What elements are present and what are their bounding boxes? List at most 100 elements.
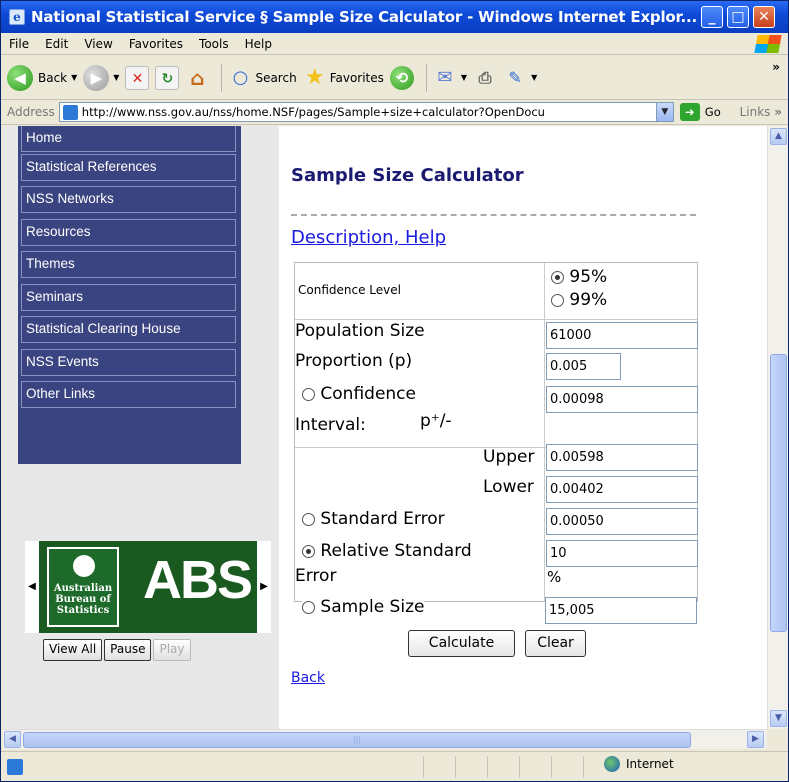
home-button[interactable]: ⌂ [185,66,209,90]
menu-help[interactable]: Help [237,37,280,51]
status-segment [551,755,583,778]
favorites-button[interactable]: ★ Favorites [303,64,384,90]
back-link[interactable]: Back [291,670,325,686]
menu-edit[interactable]: Edit [37,37,76,51]
lower-input[interactable]: 0.00402 [546,476,698,503]
forward-button[interactable]: ▶ ▼ [83,64,119,91]
mail-button[interactable]: ✉ ▼ [433,66,467,90]
chevron-down-icon[interactable]: ▼ [461,73,467,82]
slideshow-controls: View All Pause Play [43,639,193,661]
search-button[interactable]: ○ Search [228,66,297,90]
zone-label: Internet [626,757,674,771]
vertical-scrollbar[interactable]: ▲ ▼ [767,126,788,729]
description-help-link[interactable]: Description, Help [291,227,446,248]
toolbar-overflow-icon[interactable]: » [772,60,780,74]
scroll-down-icon[interactable]: ▼ [770,710,787,727]
stop-button[interactable]: ✕ [125,65,150,90]
ci-option[interactable]: Confidence [302,384,416,404]
abs-slideshow[interactable]: ◀ Australian Bureau of Statistics ABS ▶ [25,541,271,633]
menu-view[interactable]: View [76,37,120,51]
rse-input[interactable]: 10 [546,540,698,567]
maximize-button[interactable]: □ [727,6,749,28]
scroll-up-icon[interactable]: ▲ [770,128,787,145]
chevron-down-icon[interactable]: ▼ [531,73,537,82]
scroll-left-icon[interactable]: ◀ [4,731,21,748]
se-label: Standard Error [320,509,445,529]
chevron-down-icon[interactable]: ▼ [113,73,119,82]
menu-tools[interactable]: Tools [191,37,237,51]
confidence-95-option[interactable]: 95% [551,267,607,287]
scroll-right-icon[interactable]: ▶ [747,731,764,748]
address-input[interactable]: http://www.nss.gov.au/nss/home.NSF/pages… [58,102,674,122]
calculator-form: Confidence Level 95% 99% Population Size… [294,262,698,617]
favorites-label: Favorites [329,70,384,85]
proportion-input[interactable]: 0.005 [546,353,621,380]
radio-se[interactable] [302,512,315,526]
horizontal-scrollbar[interactable]: ◀ ||| ▶ [3,729,767,749]
sidebar-item-statistical-clearing-house[interactable]: Statistical Clearing House [21,316,236,343]
refresh-icon: ↻ [155,65,180,90]
calculate-button[interactable]: Calculate [408,630,515,657]
se-option[interactable]: Standard Error [302,509,445,529]
address-label: Address [7,105,55,119]
page-status-icon [7,758,23,775]
favorites-star-icon: ★ [304,64,325,90]
sidebar-item-themes[interactable]: Themes [21,251,236,278]
sidebar-item-statistical-references[interactable]: Statistical References [21,154,236,181]
links-button[interactable]: Links » [740,105,782,119]
sidebar-item-other-links[interactable]: Other Links [21,381,236,408]
view-all-button[interactable]: View All [43,639,103,661]
search-label: Search [255,70,297,85]
toolbar: ◀ Back ▼ ▶ ▼ ✕ ↻ ⌂ ○ Search ★ Favorites … [1,56,788,100]
back-label: Back [38,70,68,85]
rse-option[interactable]: Relative Standard [302,541,472,561]
pause-button[interactable]: Pause [104,639,152,661]
history-icon: ⟲ [389,65,414,90]
sidebar-item-home[interactable]: Home [21,126,236,152]
go-button[interactable]: ➜ Go [679,103,721,121]
refresh-button[interactable]: ↻ [155,65,180,90]
sidebar-item-nss-networks[interactable]: NSS Networks [21,186,236,213]
clear-button[interactable]: Clear [525,630,586,657]
upper-input[interactable]: 0.00598 [546,444,698,471]
title-bar[interactable]: e National Statistical Service § Sample … [1,1,788,33]
back-button[interactable]: ◀ Back ▼ [7,64,77,91]
horizontal-scroll-thumb[interactable]: ||| [23,732,691,748]
lower-label: Lower [483,477,534,497]
vertical-scroll-thumb[interactable] [770,354,787,632]
play-button: Play [153,639,191,661]
confidence-99-option[interactable]: 99% [551,290,607,310]
history-button[interactable]: ⟲ [389,65,414,90]
menu-file[interactable]: File [1,37,37,51]
sidebar-item-resources[interactable]: Resources [21,219,236,246]
close-button[interactable]: ✕ [753,6,775,28]
address-dropdown-icon[interactable]: ▼ [655,103,673,121]
se-input[interactable]: 0.00050 [546,508,698,535]
status-segment [519,755,551,778]
radio-99[interactable] [551,293,564,307]
confidence-99-label: 99% [569,290,608,310]
print-button[interactable]: ⎙ [473,66,497,90]
radio-ci[interactable] [302,387,315,401]
ci-input[interactable]: 0.00098 [546,386,698,413]
menu-favorites[interactable]: Favorites [121,37,191,51]
edit-button[interactable]: ✎ ▼ [503,66,537,90]
sample-input[interactable]: 15,005 [545,597,697,624]
ci-interval-label: Interval: [295,415,366,435]
slideshow-next-icon[interactable]: ▶ [257,541,271,633]
go-label: Go [704,105,721,119]
chevron-down-icon[interactable]: ▼ [71,73,77,82]
links-label: Links [739,105,771,119]
security-zone[interactable]: Internet [604,756,674,772]
radio-95[interactable] [551,270,564,284]
minimize-button[interactable]: _ [701,6,723,28]
radio-rse[interactable] [302,544,315,558]
address-url: http://www.nss.gov.au/nss/home.NSF/pages… [81,105,545,119]
page-viewport: Home Statistical References NSS Networks… [3,126,767,729]
sample-option[interactable]: Sample Size [302,597,425,617]
sidebar-item-seminars[interactable]: Seminars [21,284,236,311]
sidebar-item-nss-events[interactable]: NSS Events [21,349,236,376]
population-input[interactable]: 61000 [546,322,698,349]
radio-sample[interactable] [302,600,315,614]
slideshow-prev-icon[interactable]: ◀ [25,541,39,633]
